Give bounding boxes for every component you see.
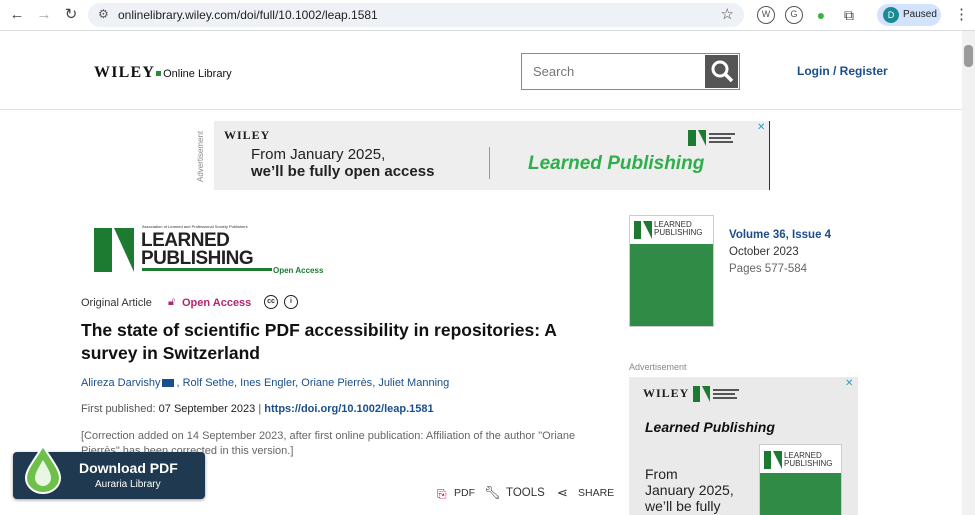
side-ad-cover-image: LEARNED PUBLISHING (759, 444, 842, 515)
side-ad-journal: Learned Publishing (645, 419, 775, 435)
ad-line-2: we’ll be fully open access (251, 163, 435, 180)
side-advertisement[interactable]: WILEY ✕ Learned Publishing From January … (629, 377, 858, 515)
side-ad-line-2: January 2025, (645, 482, 734, 498)
wordpress-extension-icon[interactable]: W (757, 6, 775, 24)
page-scrollbar[interactable] (962, 31, 975, 515)
profile-status: Paused (903, 9, 937, 20)
download-pdf-button[interactable]: Download PDF Auraria Library (13, 444, 205, 499)
search-icon (711, 60, 734, 83)
open-access-badge[interactable]: Open Access (182, 297, 251, 309)
wrench-icon[interactable]: 🔧︎ (484, 485, 501, 501)
side-ad-cover-title-line-2: PUBLISHING (784, 459, 833, 468)
publication-info: First published: 07 September 2023 | htt… (81, 403, 434, 415)
url-text[interactable]: onlinelibrary.wiley.com/doi/full/10.1002… (118, 8, 378, 22)
issue-volume-link[interactable]: Volume 36, Issue 4 (729, 227, 831, 244)
back-icon[interactable]: ← (8, 6, 26, 24)
logo-wordmark: WILEY (94, 64, 156, 81)
download-library-name: Auraria Library (95, 479, 161, 490)
issue-cover-image[interactable]: LEARNED PUBLISHING (629, 215, 714, 327)
open-lock-icon: 🔓︎ (168, 296, 176, 308)
issue-pages: Pages 577-584 (729, 263, 808, 275)
drop-extension-icon[interactable]: ● (812, 6, 830, 24)
download-pdf-title: Download PDF (79, 460, 178, 476)
published-date: 07 September 2023 (158, 403, 256, 415)
search-input[interactable] (523, 55, 703, 88)
issue-date: October 2023 (729, 246, 799, 258)
side-ad-line-1: From (645, 466, 678, 482)
logo-subtitle: Online Library (163, 68, 232, 80)
browser-menu-icon[interactable]: ⋮ (954, 5, 969, 23)
author-link[interactable]: Juliet Manning (378, 377, 449, 389)
journal-logo-bar (142, 268, 272, 271)
journal-mark-icon (94, 228, 134, 272)
author-link[interactable]: Oriane Pierrès (301, 377, 372, 389)
bookmark-star-icon[interactable]: ☆ (721, 5, 734, 23)
corresponding-author-mail-icon[interactable] (162, 379, 175, 388)
doi-link[interactable]: https://doi.org/10.1002/leap.1581 (264, 403, 433, 415)
address-bar[interactable]: ⚙ onlinelibrary.wiley.com/doi/full/10.10… (88, 3, 744, 27)
wiley-logo[interactable]: WILEY Online Library (94, 64, 232, 82)
reload-icon[interactable]: ↻ (62, 6, 80, 24)
side-ad-line-3: we’ll be fully (645, 498, 721, 514)
side-ad-cover-header: LEARNED PUBLISHING (760, 445, 841, 473)
forward-icon[interactable]: → (35, 6, 53, 24)
side-ad-brand: WILEY (643, 386, 690, 400)
ad-line-1: From January 2025, (251, 146, 386, 163)
scrollbar-thumb[interactable] (964, 45, 973, 67)
cover-title: LEARNED PUBLISHING (654, 221, 702, 237)
article-type: Original Article (81, 297, 152, 309)
top-advertisement[interactable]: Advertisement WILEY From January 2025, w… (196, 121, 770, 190)
search-button[interactable] (705, 55, 738, 88)
side-ad-cover-title: LEARNED PUBLISHING (784, 452, 832, 468)
author-link[interactable]: Rolf Sethe (183, 377, 234, 389)
grammarly-extension-icon[interactable]: G (785, 6, 803, 24)
ad-close-icon[interactable]: ✕ (757, 122, 765, 133)
journal-name-line-2: PUBLISHING (141, 248, 254, 269)
profile-chip[interactable]: D Paused (877, 4, 941, 26)
side-advertisement-label: Advertisement (629, 362, 687, 372)
author-list: Alireza Darvishy, Rolf Sethe, Ines Engle… (81, 377, 450, 389)
issue-info: Volume 36, Issue 4 October 2023 Pages 57… (729, 227, 831, 278)
ad-journal-name: Learned Publishing (528, 153, 705, 174)
tools-button[interactable]: TOOLS (506, 487, 545, 499)
ad-divider (489, 147, 490, 179)
share-icon[interactable]: ⋖ (557, 485, 568, 501)
advertisement-label: Advertisement (196, 130, 205, 182)
search-form (521, 53, 740, 90)
author-link[interactable]: Ines Engler (240, 377, 295, 389)
login-register-link[interactable]: Login / Register (797, 64, 888, 78)
attribution-icon[interactable]: i (284, 295, 298, 309)
side-ad-cover-logo-icon (764, 451, 782, 469)
journal-open-access: Open Access (273, 266, 324, 275)
creative-commons-icon[interactable]: cc (264, 295, 278, 309)
side-ad-close-icon[interactable]: ✕ (845, 378, 853, 389)
journal-logo[interactable]: Association of Learned and Professional … (92, 224, 324, 278)
pdf-icon[interactable]: ⎘ (437, 487, 447, 502)
share-button[interactable]: SHARE (578, 487, 614, 499)
published-label: First published: (81, 403, 156, 415)
avatar: D (883, 7, 899, 23)
side-ad-text: From January 2025, we’ll be fully (645, 466, 734, 514)
site-info-icon[interactable]: ⚙ (98, 7, 109, 21)
separator: | (258, 403, 262, 415)
cover-logo-icon (634, 221, 652, 239)
cover-title-line-2: PUBLISHING (654, 228, 703, 237)
browser-toolbar: ← → ↻ ⚙ onlinelibrary.wiley.com/doi/full… (0, 0, 975, 31)
article-title: The state of scientific PDF accessibilit… (81, 320, 557, 363)
author-link[interactable]: Alireza Darvishy (81, 377, 160, 389)
extensions-puzzle-icon[interactable]: ⧉ (840, 6, 858, 24)
alpsp-logo-icon (688, 130, 735, 146)
side-ad-alpsp-icon (693, 386, 739, 402)
pdf-link[interactable]: PDF (454, 487, 475, 499)
ad-brand: WILEY (224, 128, 271, 142)
site-header: WILEY Online Library Login / Register (0, 31, 962, 110)
library-drop-icon (24, 444, 62, 494)
cover-header: LEARNED PUBLISHING (630, 216, 713, 244)
journal-tagline: Association of Learned and Professional … (142, 224, 248, 229)
ad-banner[interactable]: WILEY From January 2025, we’ll be fully … (214, 121, 770, 190)
logo-dot (156, 71, 162, 76)
